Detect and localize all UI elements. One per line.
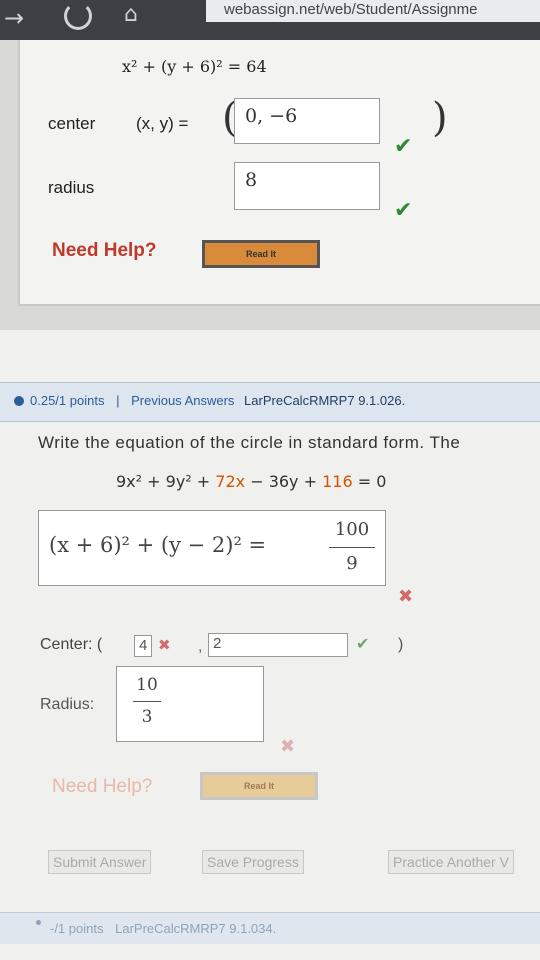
radius-answer-field[interactable]: 8 (234, 162, 380, 210)
radius-label-lower: Radius: (40, 696, 95, 713)
center-label-lower: Center: ( (40, 636, 103, 653)
rhs-denominator: 9 (346, 553, 358, 574)
eq-part-a: 9x² + 9y² + (116, 472, 216, 491)
eq-part-b: 72x (215, 472, 246, 491)
next-question-header: -/1 points LarPreCalcRMRP7 9.1.034. (0, 912, 540, 944)
radius-numerator: 10 (136, 675, 158, 695)
standard-form-answer-field[interactable]: (x + 6)² + (y − 2)² = 100 9 (38, 510, 386, 586)
center-answer-field[interactable]: 0, −6 (234, 98, 380, 144)
center-label: center (48, 114, 96, 133)
points-score: 0.25/1 points (30, 393, 105, 408)
center-x-field[interactable]: 4 (134, 635, 152, 657)
status-dot-icon (14, 396, 24, 406)
next-status-dot-icon (36, 920, 41, 925)
need-help-label-lower: Need Help? (52, 776, 153, 797)
circle-equation: x² + (y + 6)² = 64 (122, 57, 267, 76)
next-problem-id: LarPreCalcRMRP7 9.1.034. (115, 921, 277, 936)
center-separator: , (198, 638, 203, 655)
close-paren: ) (432, 95, 448, 141)
radius-denominator: 3 (141, 707, 153, 727)
center-correct-check-icon: ✔ (394, 134, 413, 159)
address-bar[interactable]: webassign.net/web/Student/Assignme (206, 0, 540, 22)
home-icon[interactable]: ⌂ (124, 2, 138, 27)
equation-incorrect-cross-icon: ✖ (398, 586, 414, 607)
general-equation: 9x² + 9y² + 72x − 36y + 116 = 0 (116, 472, 386, 491)
need-help-label: Need Help? (52, 240, 157, 261)
center-x-incorrect-cross-icon: ✖ (158, 636, 171, 654)
standard-form-lhs: (x + 6)² + (y − 2)² = (49, 533, 267, 557)
question-prompt: Write the equation of the circle in stan… (38, 433, 461, 452)
eq-part-c: − 36y + (245, 472, 323, 491)
problem-id: LarPreCalcRMRP7 9.1.026. (244, 393, 406, 408)
practice-another-button[interactable]: Practice Another V (388, 850, 514, 874)
radius-incorrect-cross-icon: ✖ (280, 736, 296, 757)
rhs-numerator: 100 (334, 519, 370, 540)
refresh-icon[interactable] (64, 2, 92, 30)
radius-fraction-bar (133, 701, 161, 702)
next-points-score: -/1 points (50, 921, 104, 936)
eq-part-e: = 0 (352, 472, 387, 491)
center-y-correct-check-icon: ✔ (356, 634, 370, 653)
read-it-button-lower[interactable]: Read It (200, 772, 318, 800)
radius-answer-field-lower[interactable]: 10 3 (116, 666, 264, 742)
radius-correct-check-icon: ✔ (394, 198, 413, 223)
eq-part-d: 116 (322, 472, 353, 491)
center-close-paren: ) (398, 636, 404, 653)
browser-toolbar: → ⌂ webassign.net/web/Student/Assignme (0, 0, 540, 40)
read-it-button[interactable]: Read It (202, 240, 320, 268)
question-header: 0.25/1 points | Previous Answers LarPreC… (0, 382, 540, 422)
header-separator: | (116, 393, 120, 408)
radius-label: radius (48, 178, 95, 197)
save-progress-button[interactable]: Save Progress (202, 850, 304, 874)
center-y-field[interactable]: 2 (208, 633, 348, 657)
previous-answers-link[interactable]: Previous Answers (131, 393, 234, 408)
submit-answer-button[interactable]: Submit Answer (48, 850, 152, 874)
rhs-fraction-bar (329, 547, 375, 548)
center-xy-label: (x, y) = (136, 114, 189, 133)
back-arrow-icon[interactable]: → (4, 4, 24, 32)
